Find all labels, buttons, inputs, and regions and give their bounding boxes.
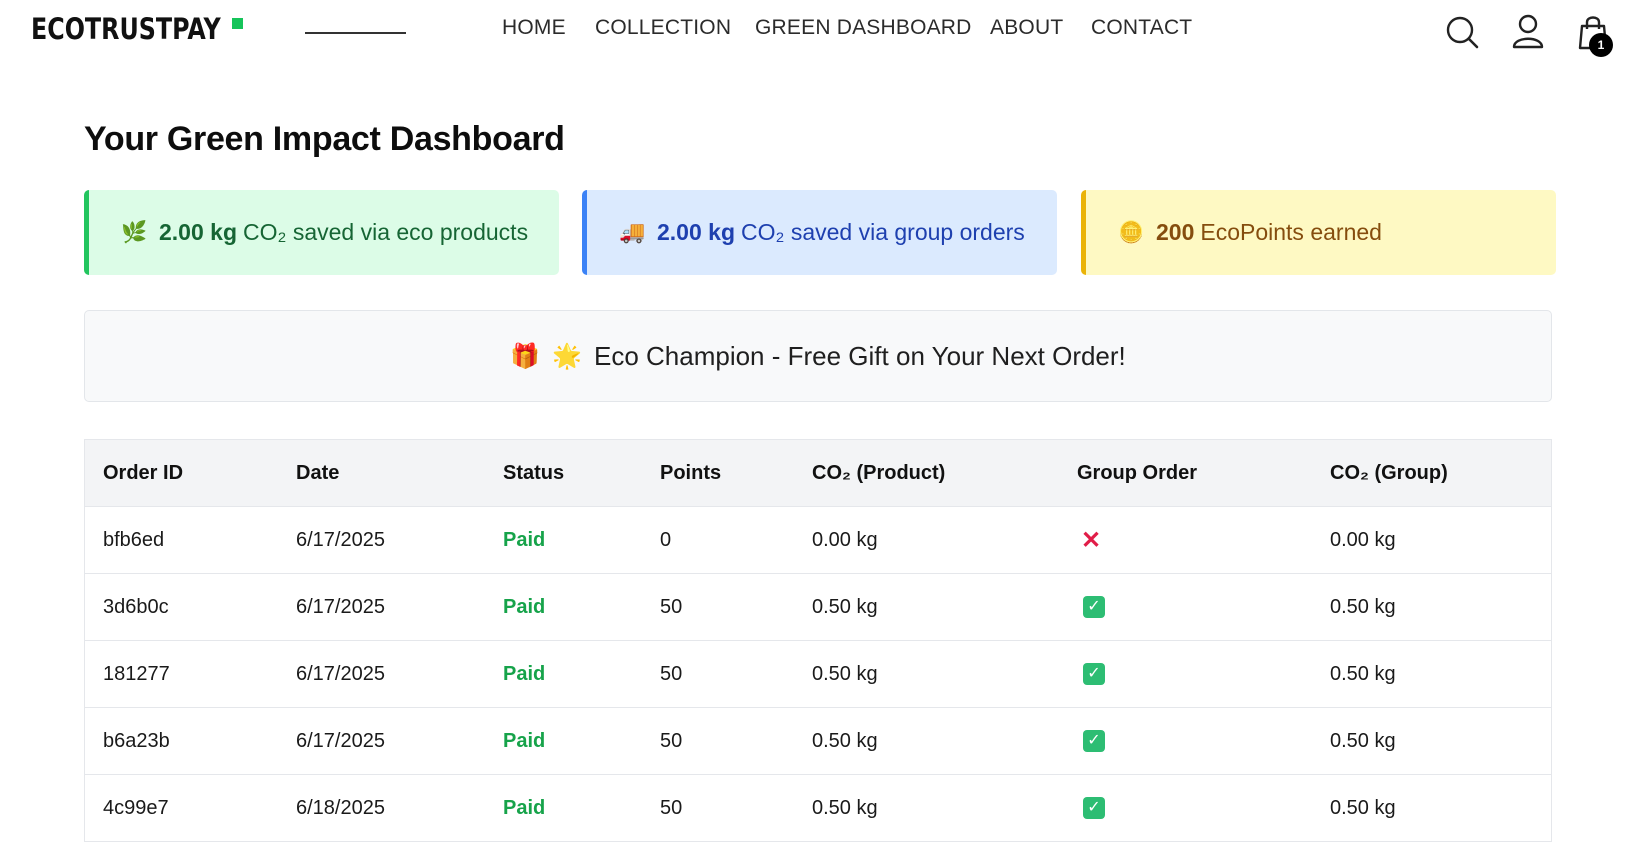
col-co2-product: CO₂ (Product) xyxy=(812,461,946,484)
group-order-cell: ✓ xyxy=(1077,574,1105,640)
nav-contact[interactable]: CONTACT xyxy=(1091,16,1192,40)
ecopoints-text: EcoPoints earned xyxy=(1200,219,1382,245)
order-co2-product: 0.50 kg xyxy=(812,729,878,752)
check-icon: ✓ xyxy=(1083,596,1105,618)
order-points: 50 xyxy=(660,595,683,618)
eco-champion-banner: 🎁 🌟 Eco Champion - Free Gift on Your Nex… xyxy=(84,310,1552,402)
order-co2-group: 0.00 kg xyxy=(1330,528,1396,551)
order-co2-group: 0.50 kg xyxy=(1330,662,1396,685)
logo-text: ECOTRUSTPAY xyxy=(31,12,221,46)
table-header: Order ID Date Status Points CO₂ (Product… xyxy=(85,440,1551,507)
group-orders-text: CO₂ saved via group orders xyxy=(741,219,1025,245)
order-co2-group: 0.50 kg xyxy=(1330,729,1396,752)
star-icon: 🌟 xyxy=(552,342,582,370)
banner-text: Eco Champion - Free Gift on Your Next Or… xyxy=(593,340,1126,371)
order-status: Paid xyxy=(503,729,546,752)
eco-products-value: 2.00 kg xyxy=(159,219,237,245)
check-icon: ✓ xyxy=(1083,730,1105,752)
leaf-icon: 🌿 xyxy=(121,220,148,244)
order-status: Paid xyxy=(503,662,546,685)
group-order-cell: ✓ xyxy=(1077,775,1105,841)
order-date: 6/18/2025 xyxy=(296,796,385,819)
order-id: 181277 xyxy=(103,662,170,685)
cross-icon: ✕ xyxy=(1081,526,1102,554)
nav-green-dashboard[interactable]: GREEN DASHBOARD xyxy=(755,16,972,40)
col-order-id: Order ID xyxy=(103,461,184,484)
order-id: 4c99e7 xyxy=(103,796,169,819)
search-icon[interactable] xyxy=(1442,12,1482,52)
order-date: 6/17/2025 xyxy=(296,729,385,752)
site-header: ECOTRUSTPAY HOME COLLECTION GREEN DASHBO… xyxy=(0,0,1630,62)
active-nav-underline xyxy=(305,32,406,34)
ecopoints-card: 🪙 200 EcoPoints earned xyxy=(1081,190,1556,275)
check-icon: ✓ xyxy=(1083,797,1105,819)
cart-count-badge: 1 xyxy=(1589,33,1613,57)
order-status: Paid xyxy=(503,796,546,819)
eco-products-text: CO₂ saved via eco products xyxy=(243,219,529,245)
page-title: Your Green Impact Dashboard xyxy=(84,120,565,158)
order-date: 6/17/2025 xyxy=(296,595,385,618)
order-points: 0 xyxy=(660,528,672,551)
group-orders-value: 2.00 kg xyxy=(657,219,735,245)
order-status: Paid xyxy=(503,528,546,551)
coin-icon: 🪙 xyxy=(1118,220,1145,244)
col-points: Points xyxy=(660,461,722,484)
table-row: bfb6ed 6/17/2025 Paid 0 0.00 kg ✕ 0.00 k… xyxy=(85,507,1551,574)
nav-about[interactable]: ABOUT xyxy=(990,16,1063,40)
table-row: b6a23b 6/17/2025 Paid 50 0.50 kg ✓ 0.50 … xyxy=(85,708,1551,775)
order-co2-product: 0.50 kg xyxy=(812,796,878,819)
table-row: 4c99e7 6/18/2025 Paid 50 0.50 kg ✓ 0.50 … xyxy=(85,775,1551,842)
gift-icon: 🎁 xyxy=(510,342,541,370)
logo-dot xyxy=(232,18,243,29)
order-co2-product: 0.50 kg xyxy=(812,662,878,685)
order-id: bfb6ed xyxy=(103,528,165,551)
user-icon[interactable] xyxy=(1508,12,1548,52)
logo[interactable]: ECOTRUSTPAY xyxy=(31,12,262,46)
table-row: 181277 6/17/2025 Paid 50 0.50 kg ✓ 0.50 … xyxy=(85,641,1551,708)
order-id: b6a23b xyxy=(103,729,170,752)
order-co2-product: 0.00 kg xyxy=(812,528,878,551)
order-co2-product: 0.50 kg xyxy=(812,595,878,618)
group-order-cell: ✓ xyxy=(1077,641,1105,707)
eco-products-card: 🌿 2.00 kg CO₂ saved via eco products xyxy=(84,190,559,275)
col-group-order: Group Order xyxy=(1077,461,1198,484)
order-points: 50 xyxy=(660,662,683,685)
table-row: 3d6b0c 6/17/2025 Paid 50 0.50 kg ✓ 0.50 … xyxy=(85,574,1551,641)
group-order-cell: ✕ xyxy=(1077,507,1101,573)
order-points: 50 xyxy=(660,729,683,752)
group-order-cell: ✓ xyxy=(1077,708,1105,774)
order-date: 6/17/2025 xyxy=(296,528,385,551)
nav-collection[interactable]: COLLECTION xyxy=(595,16,731,40)
truck-icon: 🚚 xyxy=(619,220,646,244)
orders-table: Order ID Date Status Points CO₂ (Product… xyxy=(84,439,1552,842)
col-status: Status xyxy=(503,461,565,484)
col-co2-group: CO₂ (Group) xyxy=(1330,461,1448,484)
check-icon: ✓ xyxy=(1083,663,1105,685)
col-date: Date xyxy=(296,461,340,484)
order-id: 3d6b0c xyxy=(103,595,169,618)
order-date: 6/17/2025 xyxy=(296,662,385,685)
ecopoints-value: 200 xyxy=(1156,219,1195,245)
group-orders-card: 🚚 2.00 kg CO₂ saved via group orders xyxy=(582,190,1057,275)
order-status: Paid xyxy=(503,595,546,618)
order-points: 50 xyxy=(660,796,683,819)
order-co2-group: 0.50 kg xyxy=(1330,595,1396,618)
nav-home[interactable]: HOME xyxy=(502,16,566,40)
order-co2-group: 0.50 kg xyxy=(1330,796,1396,819)
